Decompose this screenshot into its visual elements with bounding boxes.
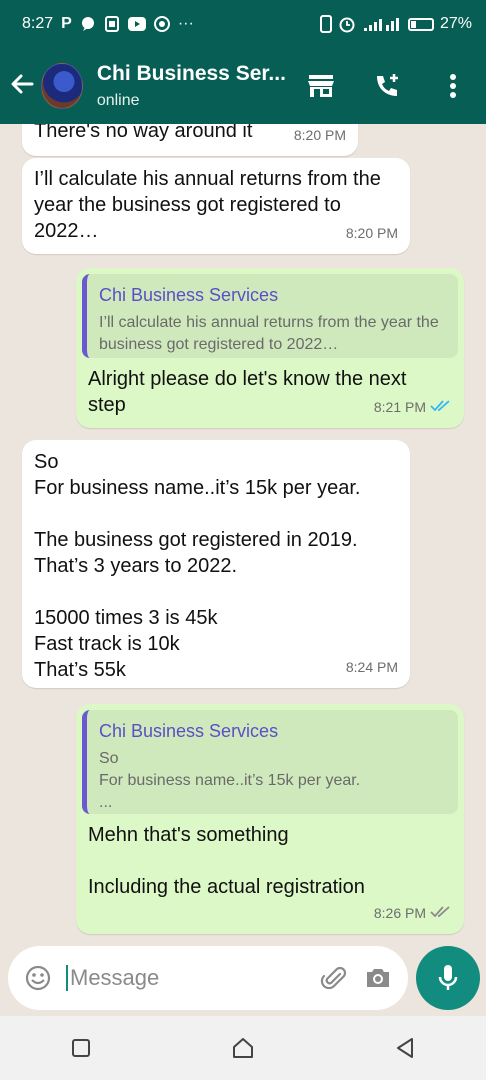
add-call-icon[interactable] — [354, 56, 420, 116]
mic-icon — [437, 963, 459, 993]
message-time: 8:20 PM — [294, 124, 346, 148]
message-incoming[interactable]: So For business name..it’s 15k per year.… — [22, 440, 410, 688]
status-bar: 8:27 P ··· 27% — [0, 0, 486, 48]
more-notifications: ··· — [177, 15, 194, 32]
chat-header: Chi Business Ser... online — [0, 48, 486, 124]
chrome-notification-icon — [153, 16, 170, 32]
youtube-notification-icon — [127, 17, 146, 31]
message-time: 8:21 PM — [374, 394, 452, 420]
quoted-text: So For business name..it’s 15k per year.… — [99, 750, 361, 811]
message-composer: Message — [8, 946, 408, 1010]
message-time: 8:24 PM — [346, 654, 398, 680]
attach-icon[interactable] — [320, 964, 348, 992]
camera-icon[interactable] — [364, 965, 392, 991]
system-navigation-bar — [0, 1016, 486, 1080]
quoted-message[interactable]: Chi Business Services I’ll calculate his… — [82, 274, 458, 358]
message-time: 8:20 PM — [346, 220, 398, 246]
home-icon[interactable] — [231, 1036, 255, 1060]
app-notification-letter: P — [61, 15, 72, 32]
back-nav-icon[interactable] — [394, 1036, 416, 1060]
signal-icon — [362, 16, 402, 32]
contact-status: online — [96, 92, 140, 109]
arrow-left-icon[interactable] — [8, 70, 41, 103]
contact-name: Chi Business Ser... — [96, 62, 286, 85]
contact-info[interactable]: Chi Business Ser... online — [97, 62, 288, 110]
double-check-delivered-icon — [430, 900, 452, 926]
message-outgoing[interactable]: Chi Business Services So For business na… — [76, 704, 464, 934]
message-time-text: 8:20 PM — [293, 127, 346, 143]
message-outgoing[interactable]: Chi Business Services I’ll calculate his… — [76, 268, 464, 428]
vibrate-icon — [319, 15, 332, 33]
message-list[interactable]: There's no way around it 8:20 PM I’ll ca… — [0, 124, 486, 944]
more-vert-icon[interactable] — [420, 56, 486, 116]
quoted-sender: Chi Business Services — [99, 285, 279, 305]
alarm-icon — [338, 15, 356, 33]
message-time-text: 8:26 PM — [373, 905, 426, 921]
message-text: I’ll calculate his annual returns from t… — [34, 168, 381, 242]
quoted-sender: Chi Business Services — [99, 721, 279, 741]
message-text: So For business name..it’s 15k per year.… — [34, 451, 361, 681]
status-time: 8:27 — [22, 15, 54, 32]
message-time-text: 8:24 PM — [345, 659, 398, 675]
battery-icon — [407, 17, 434, 31]
mic-button[interactable] — [416, 946, 480, 1010]
sim-notification-icon — [104, 16, 120, 32]
recents-icon[interactable] — [70, 1037, 92, 1059]
storefront-icon[interactable] — [288, 56, 354, 116]
quoted-text: I’ll calculate his annual returns from t… — [99, 314, 439, 353]
message-time-text: 8:20 PM — [345, 225, 398, 241]
quoted-message[interactable]: Chi Business Services So For business na… — [82, 710, 458, 814]
battery-percent: 27% — [439, 15, 472, 32]
message-incoming[interactable]: There's no way around it 8:20 PM — [22, 124, 358, 156]
message-incoming[interactable]: I’ll calculate his annual returns from t… — [22, 158, 410, 254]
avatar[interactable] — [40, 63, 83, 109]
message-time: 8:26 PM — [374, 900, 452, 926]
emoji-icon[interactable] — [24, 964, 52, 992]
chat-notification-icon — [80, 16, 96, 32]
message-input[interactable]: Message — [66, 965, 304, 991]
double-check-read-icon — [430, 394, 452, 420]
message-time-text: 8:21 PM — [373, 399, 426, 415]
message-text: Mehn that's something Including the actu… — [88, 824, 365, 898]
